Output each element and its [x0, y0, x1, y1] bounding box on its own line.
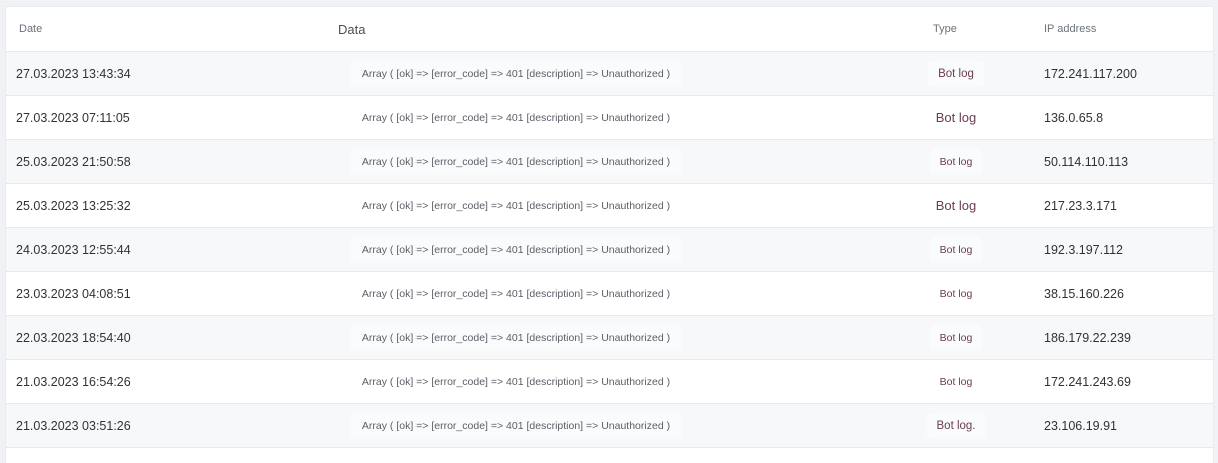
row-data: Array ( [ok] => [error_code] => 401 [des… — [349, 280, 683, 307]
row-date: 21.03.2023 03:51:26 — [16, 418, 131, 433]
row-type-badge: Bot log — [925, 103, 987, 132]
row-date: 27.03.2023 07:11:05 — [16, 110, 130, 125]
row-date: 22.03.2023 18:54:40 — [16, 330, 131, 345]
column-header-ip[interactable]: IP address — [1044, 7, 1209, 51]
row-date: 23.03.2023 04:08:51 — [16, 286, 131, 301]
row-date: 21.03.2023 16:54:26 — [16, 374, 131, 389]
row-ip: 23.106.19.91 — [1044, 418, 1117, 433]
column-header-type-label: Type — [933, 23, 957, 35]
row-ip: 172.241.243.69 — [1044, 374, 1131, 389]
row-type-badge: Bot log — [925, 191, 987, 220]
table-scrollbar[interactable] — [1202, 59, 1212, 319]
table-row[interactable]: 24.03.2023 12:55:44 Array ( [ok] => [err… — [6, 228, 1213, 272]
column-header-data[interactable]: Data — [338, 7, 738, 51]
table-header: Date Data Type IP address — [6, 7, 1213, 52]
row-data: Array ( [ok] => [error_code] => 401 [des… — [349, 368, 683, 395]
row-data: Array ( [ok] => [error_code] => 401 [des… — [349, 60, 683, 87]
row-date: 25.03.2023 13:25:32 — [16, 198, 131, 213]
row-ip: 50.114.110.113 — [1044, 154, 1129, 169]
row-ip: 192.3.197.112 — [1044, 242, 1124, 257]
row-data: Array ( [ok] => [error_code] => 401 [des… — [349, 236, 683, 263]
row-ip: 136.0.65.8 — [1044, 110, 1104, 125]
log-table: Date Data Type IP address 27.03.2023 13:… — [5, 6, 1214, 463]
row-type-badge: Bot log — [929, 236, 983, 263]
column-header-ip-label: IP address — [1044, 23, 1097, 35]
table-row[interactable]: 27.03.2023 13:43:34 Array ( [ok] => [err… — [6, 52, 1213, 96]
row-ip: 38.15.160.226 — [1044, 286, 1124, 301]
row-type-badge: Bot log — [929, 280, 983, 307]
table-row[interactable]: 21.03.2023 16:54:26 Array ( [ok] => [err… — [6, 360, 1213, 404]
column-header-date[interactable]: Date — [19, 7, 319, 51]
row-date: 24.03.2023 12:55:44 — [16, 242, 131, 257]
row-data: Array ( [ok] => [error_code] => 401 [des… — [349, 148, 683, 175]
column-header-date-label: Date — [19, 23, 43, 35]
column-header-type[interactable]: Type — [933, 7, 957, 51]
table-row[interactable]: 25.03.2023 13:25:32 Array ( [ok] => [err… — [6, 184, 1213, 228]
row-ip: 172.241.117.200 — [1044, 66, 1137, 81]
row-date: 25.03.2023 21:50:58 — [16, 154, 131, 169]
row-data: Array ( [ok] => [error_code] => 401 [des… — [349, 104, 683, 131]
row-date: 27.03.2023 13:43:34 — [16, 66, 131, 81]
row-ip: 186.179.22.239 — [1044, 330, 1131, 345]
column-header-data-label: Data — [338, 21, 366, 37]
row-data: Array ( [ok] => [error_code] => 401 [des… — [349, 412, 683, 439]
row-type-badge: Bot log — [929, 324, 983, 351]
row-ip: 217.23.3.171 — [1044, 198, 1117, 213]
table-row[interactable]: 23.03.2023 04:08:51 Array ( [ok] => [err… — [6, 272, 1213, 316]
table-row[interactable]: 21.03.2023 03:51:26 Array ( [ok] => [err… — [6, 404, 1213, 448]
row-data: Array ( [ok] => [error_code] => 401 [des… — [349, 192, 683, 219]
row-type-badge: Bot log — [928, 60, 984, 87]
table-row[interactable]: 25.03.2023 21:50:58 Array ( [ok] => [err… — [6, 140, 1213, 184]
row-type-badge: Bot log — [929, 368, 983, 395]
row-type-badge: Bot log. — [926, 412, 986, 439]
table-row[interactable]: 27.03.2023 07:11:05 Array ( [ok] => [err… — [6, 96, 1213, 140]
row-data: Array ( [ok] => [error_code] => 401 [des… — [349, 324, 683, 351]
row-type-badge: Bot log — [929, 148, 983, 175]
table-row[interactable]: 22.03.2023 18:54:40 Array ( [ok] => [err… — [6, 316, 1213, 360]
